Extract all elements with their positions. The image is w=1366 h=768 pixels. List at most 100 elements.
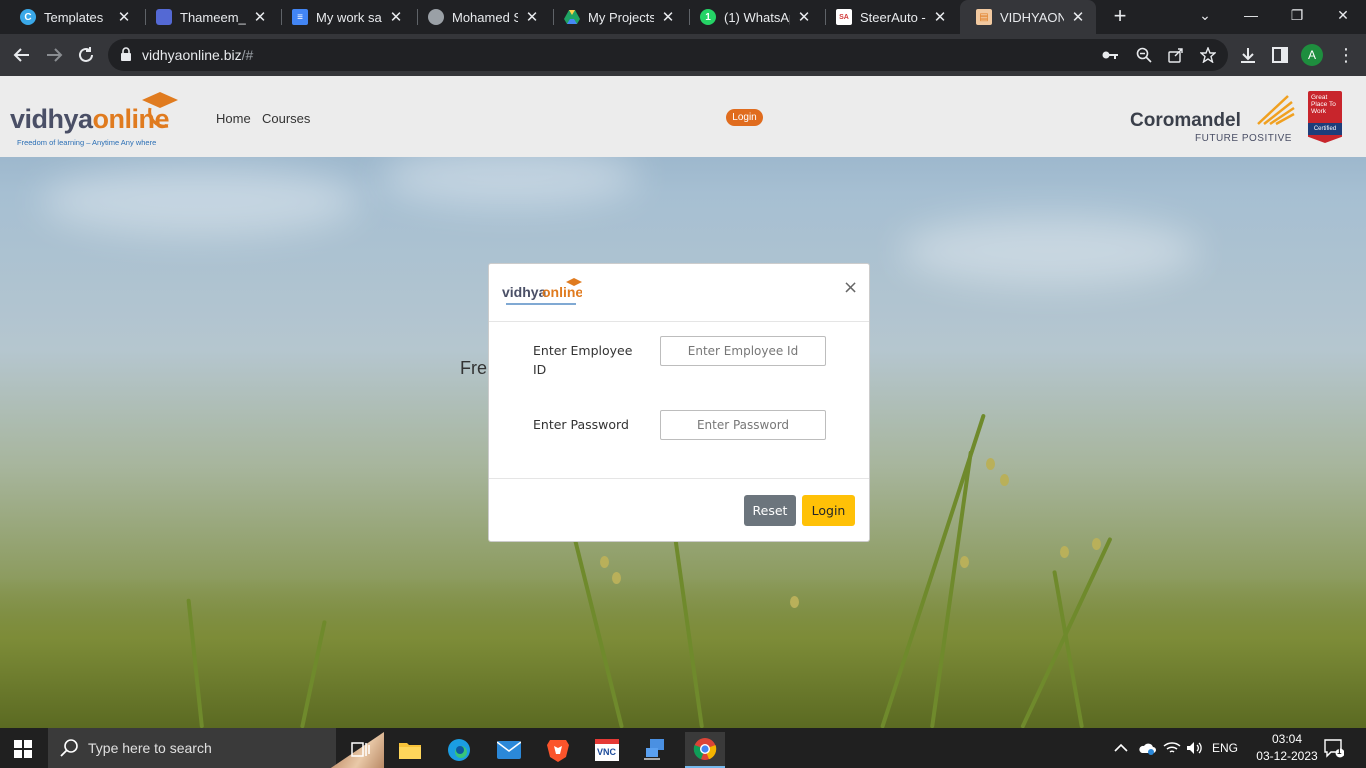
browser-tab-thameem[interactable]: Thameem_re ✕ [140,0,278,34]
back-button[interactable] [10,43,34,67]
minimize-button[interactable]: — [1228,0,1274,30]
chrome-menu-button[interactable]: ⋮ [1334,43,1358,67]
network-computer-icon [644,739,664,760]
browser-tab-mohamed[interactable]: Mohamed Sa ✕ [412,0,550,34]
close-icon[interactable]: ✕ [1070,8,1086,26]
modal-footer-divider [489,478,869,479]
notification-count: 1 [1337,747,1342,756]
employee-id-input[interactable] [660,336,826,366]
mail-icon [497,741,521,759]
reload-button[interactable] [74,43,98,67]
downloads-button[interactable] [1236,43,1260,67]
reload-icon [79,47,93,62]
doc-icon [156,9,172,25]
header-login-button[interactable]: Login [726,109,763,126]
browser-tab-templates[interactable]: C Templates ✕ [4,0,142,34]
svg-text:vidhya: vidhya [502,284,547,300]
restore-button[interactable]: ❐ [1274,0,1320,30]
cloud-icon [1139,743,1156,755]
site-header: vidhyaonline Freedom of learning – Anyti… [0,76,1366,157]
partner-name: Coromandel [1130,110,1241,131]
browser-tab-my-work[interactable]: ≡ My work sam ✕ [276,0,414,34]
browser-tab-steerauto[interactable]: SA SteerAuto - C ✕ [820,0,958,34]
notification-center-button[interactable]: 1 [1324,728,1344,768]
taskbar-search-box[interactable]: Type here to search [48,728,384,768]
google-docs-icon: ≡ [292,9,308,25]
nav-courses[interactable]: Courses [262,111,310,126]
onedrive-button[interactable] [1138,728,1156,768]
whatsapp-icon: 1 [700,9,716,25]
modal-logo: vidhya online [502,276,583,310]
modal-header: vidhya online × [489,264,869,322]
forward-button[interactable] [42,43,66,67]
nav-home[interactable]: Home [216,111,251,126]
browser-tab-whatsapp[interactable]: 1 (1) WhatsApp ✕ [684,0,822,34]
logo-tagline: Freedom of learning – Anytime Any where [17,138,157,147]
tab-search-button[interactable]: ⌄ [1182,0,1228,30]
windows-taskbar: Type here to search VNC ENG 03:04 03-12-… [0,728,1366,768]
sunrise-icon [1257,95,1295,126]
profile-avatar[interactable]: A [1301,44,1323,66]
wifi-icon [1163,742,1181,753]
url-text: vidhyaonline.biz/# [142,47,254,63]
share-icon[interactable] [1167,46,1185,64]
globe-icon [428,9,444,25]
password-label: Enter Password [533,417,629,432]
steerauto-icon: SA [836,9,852,25]
edge-button[interactable] [439,732,479,768]
address-bar[interactable]: vidhyaonline.biz/# [108,39,1228,71]
volume-button[interactable] [1186,728,1204,768]
tab-title: SteerAuto - C [860,9,926,25]
tab-title: Mohamed Sa [452,9,518,25]
tab-title: My Projects [588,9,654,25]
language-indicator[interactable]: ENG [1212,728,1238,768]
login-button[interactable]: Login [802,495,855,526]
windows-logo-icon [14,740,32,758]
search-placeholder: Type here to search [88,740,212,756]
close-icon[interactable]: ✕ [116,8,132,26]
task-view-button[interactable] [340,732,380,768]
employee-id-label: Enter Employee ID [533,343,633,377]
windows-start-button[interactable] [14,740,32,763]
password-input[interactable] [660,410,826,440]
close-icon[interactable]: ✕ [796,8,812,26]
brave-icon [547,740,569,762]
key-icon[interactable] [1101,46,1119,64]
vidhyaonline-logo[interactable]: vidhyaonline Freedom of learning – Anyti… [10,90,178,150]
file-explorer-button[interactable] [390,732,430,768]
browser-tab-strip: C Templates ✕ Thameem_re ✕ ≡ My work sam… [0,0,1366,34]
tab-title: VIDHYAONLI [1000,9,1064,25]
download-icon [1241,48,1255,63]
browser-tab-vidhyaonline[interactable]: ▤ VIDHYAONLI ✕ [960,0,1096,34]
tab-title: (1) WhatsApp [724,9,790,25]
close-icon[interactable]: ✕ [660,8,676,26]
reset-button[interactable]: Reset [744,495,796,526]
graduation-cap-icon [142,92,178,128]
bookmark-star-icon[interactable] [1199,46,1217,64]
zoom-icon[interactable] [1135,46,1153,64]
partner-tagline: FUTURE POSITIVE [1195,133,1292,144]
chrome-taskbar-button[interactable] [685,732,725,768]
system-clock[interactable]: 03:04 03-12-2023 [1254,731,1320,765]
tab-title: My work sam [316,9,382,25]
great-place-to-work-badge: Great Place To Work Certified [1308,91,1342,143]
remote-desktop-button[interactable] [636,732,676,768]
vidhyaonline-icon: ▤ [976,9,992,25]
lock-icon[interactable] [120,47,132,66]
close-icon[interactable]: ✕ [932,8,948,26]
new-tab-button[interactable]: + [1108,4,1132,28]
search-icon [60,738,80,763]
folder-icon [399,743,421,759]
show-hidden-icons-button[interactable] [1114,728,1128,768]
wifi-button[interactable] [1163,728,1181,768]
vnc-viewer-button[interactable]: VNC [587,732,627,768]
side-panel-button[interactable] [1268,43,1292,67]
close-icon[interactable]: ✕ [252,8,268,26]
brave-button[interactable] [538,732,578,768]
close-window-button[interactable]: ✕ [1320,0,1366,30]
modal-close-button[interactable]: × [843,277,858,298]
browser-tab-my-projects[interactable]: My Projects ✕ [548,0,686,34]
close-icon[interactable]: ✕ [388,8,404,26]
mail-button[interactable] [489,732,529,768]
close-icon[interactable]: ✕ [524,8,540,26]
